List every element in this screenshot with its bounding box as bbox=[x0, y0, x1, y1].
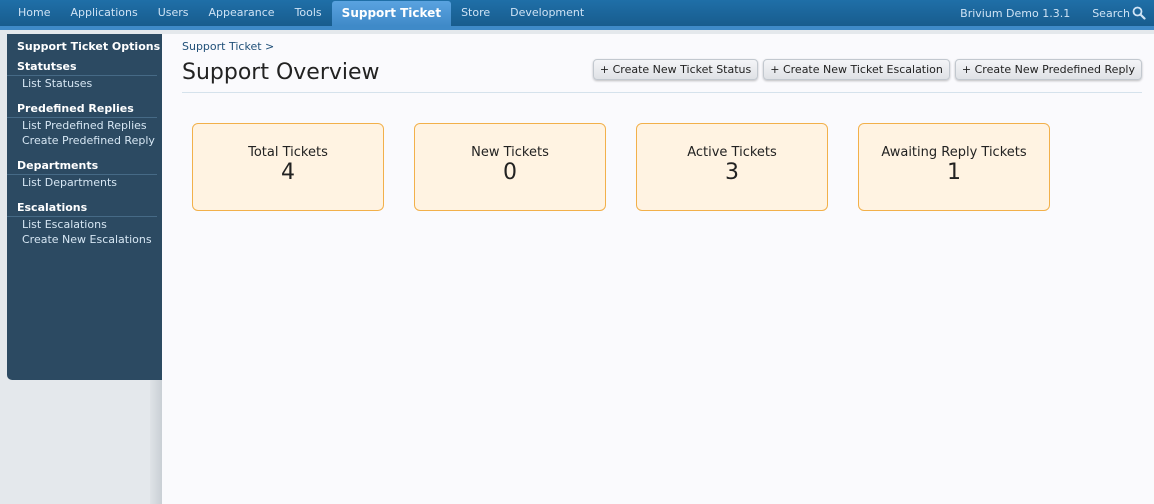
top-navigation-bar: Home Applications Users Appearance Tools… bbox=[0, 0, 1154, 30]
create-ticket-status-button[interactable]: + Create New Ticket Status bbox=[592, 59, 759, 80]
breadcrumb[interactable]: Support Ticket > bbox=[182, 40, 274, 53]
search-icon bbox=[1132, 6, 1146, 20]
sidebar-title: Support Ticket Options bbox=[17, 40, 161, 53]
sidebar-item-list-predefined-replies[interactable]: List Predefined Replies bbox=[7, 118, 163, 133]
title-divider bbox=[182, 92, 1142, 93]
stat-card-awaiting-reply-tickets: Awaiting Reply Tickets 1 bbox=[858, 123, 1050, 211]
tab-store[interactable]: Store bbox=[451, 0, 500, 26]
stat-card-total-tickets: Total Tickets 4 bbox=[192, 123, 384, 211]
tab-appearance[interactable]: Appearance bbox=[199, 0, 285, 26]
search-label: Search bbox=[1092, 6, 1130, 20]
sidebar-section-departments: Departments bbox=[7, 159, 157, 175]
create-predefined-reply-button[interactable]: + Create New Predefined Reply bbox=[954, 59, 1142, 80]
sidebar-item-create-predefined-reply[interactable]: Create Predefined Reply bbox=[7, 133, 163, 148]
search-button[interactable]: Search bbox=[1092, 6, 1146, 20]
sidebar-shadow bbox=[150, 380, 162, 504]
tab-users[interactable]: Users bbox=[148, 0, 199, 26]
nav-right: Brivium Demo 1.3.1 Search bbox=[960, 0, 1146, 26]
stat-label: Total Tickets bbox=[248, 145, 328, 160]
tab-development[interactable]: Development bbox=[500, 0, 594, 26]
sidebar-item-list-departments[interactable]: List Departments bbox=[7, 175, 163, 190]
page-title: Support Overview bbox=[182, 60, 380, 85]
stat-label: Active Tickets bbox=[687, 145, 777, 160]
stat-value: 1 bbox=[947, 160, 961, 185]
action-buttons: + Create New Ticket Status + Create New … bbox=[592, 59, 1142, 80]
stat-card-active-tickets: Active Tickets 3 bbox=[636, 123, 828, 211]
site-name-link[interactable]: Brivium Demo 1.3.1 bbox=[960, 7, 1070, 20]
stat-card-new-tickets: New Tickets 0 bbox=[414, 123, 606, 211]
sidebar-item-list-statuses[interactable]: List Statuses bbox=[7, 76, 163, 91]
tab-applications[interactable]: Applications bbox=[60, 0, 147, 26]
sidebar-section-statuses: Statutses bbox=[7, 60, 157, 76]
sidebar-item-create-new-escalations[interactable]: Create New Escalations bbox=[7, 232, 163, 247]
nav-tabs: Home Applications Users Appearance Tools… bbox=[8, 0, 594, 26]
stats-row: Total Tickets 4 New Tickets 0 Active Tic… bbox=[192, 123, 1050, 211]
create-ticket-escalation-button[interactable]: + Create New Ticket Escalation bbox=[763, 59, 950, 80]
main-content: Support Ticket > Support Overview + Crea… bbox=[162, 34, 1154, 504]
tab-home[interactable]: Home bbox=[8, 0, 60, 26]
sidebar: Support Ticket Options Statutses List St… bbox=[7, 34, 163, 380]
tab-tools[interactable]: Tools bbox=[285, 0, 332, 26]
stat-label: Awaiting Reply Tickets bbox=[881, 145, 1027, 160]
stat-value: 4 bbox=[281, 160, 295, 185]
sidebar-item-list-escalations[interactable]: List Escalations bbox=[7, 217, 163, 232]
sidebar-section-predefined-replies: Predefined Replies bbox=[7, 102, 157, 118]
stat-value: 0 bbox=[503, 160, 517, 185]
tab-support-ticket[interactable]: Support Ticket bbox=[331, 1, 452, 26]
stat-value: 3 bbox=[725, 160, 739, 185]
stat-label: New Tickets bbox=[471, 145, 549, 160]
sidebar-section-escalations: Escalations bbox=[7, 201, 157, 217]
